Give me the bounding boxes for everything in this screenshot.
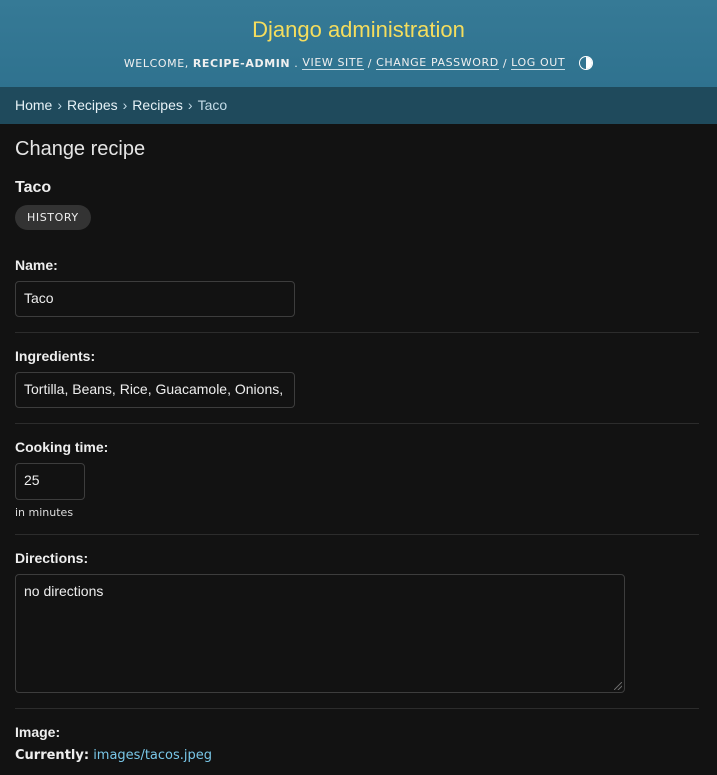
form-row-image: Image: Currently: images/tacos.jpeg <box>15 724 702 763</box>
form-row-name: Name: Taco <box>15 257 699 333</box>
breadcrumb: Home › Recipes › Recipes › Taco <box>0 87 717 124</box>
user-tools: WELCOME, RECIPE-ADMIN. VIEW SITE / CHANG… <box>0 56 717 70</box>
main-content: Change recipe Taco HISTORY Name: Taco In… <box>0 138 717 763</box>
name-input[interactable]: Taco <box>15 281 295 317</box>
site-header: Django administration WELCOME, RECIPE-AD… <box>0 0 717 87</box>
directions-textarea[interactable]: no directions <box>15 574 625 693</box>
directions-value: no directions <box>24 583 104 599</box>
breadcrumb-recipes-app[interactable]: Recipes <box>67 97 118 113</box>
site-name[interactable]: Django administration <box>0 16 717 44</box>
name-label: Name: <box>15 257 58 273</box>
breadcrumb-current: Taco <box>197 97 228 113</box>
breadcrumb-home[interactable]: Home <box>15 97 52 113</box>
theme-toggle-icon[interactable] <box>579 56 594 70</box>
form-row-cooking-time: Cooking time: 25 in minutes <box>15 439 699 535</box>
ingredients-label: Ingredients: <box>15 348 96 364</box>
resize-handle-icon[interactable] <box>614 682 622 690</box>
object-title: Taco <box>15 179 52 196</box>
username: RECIPE-ADMIN <box>192 56 291 70</box>
current-image-link[interactable]: images/tacos.jpeg <box>93 748 212 763</box>
currently-label: Currently: <box>15 748 90 763</box>
image-current: Currently: images/tacos.jpeg <box>15 748 702 763</box>
breadcrumb-separator: › <box>122 97 128 113</box>
separator: / <box>367 56 373 70</box>
cooking-time-help: in minutes <box>15 506 74 519</box>
breadcrumb-separator: › <box>57 97 63 113</box>
breadcrumb-recipes-model[interactable]: Recipes <box>132 97 183 113</box>
history-button[interactable]: HISTORY <box>15 205 91 230</box>
cooking-time-input[interactable]: 25 <box>15 463 85 500</box>
form-row-directions: Directions: no directions <box>15 550 699 709</box>
directions-label: Directions: <box>15 550 89 566</box>
breadcrumb-separator: › <box>187 97 193 113</box>
ingredients-input[interactable]: Tortilla, Beans, Rice, Guacamole, Onions… <box>15 372 295 408</box>
view-site-link[interactable]: VIEW SITE <box>302 56 364 70</box>
welcome-text: WELCOME, <box>123 56 189 70</box>
image-label: Image: <box>15 724 61 740</box>
separator: / <box>502 56 508 70</box>
form-row-ingredients: Ingredients: Tortilla, Beans, Rice, Guac… <box>15 348 699 424</box>
log-out-link[interactable]: LOG OUT <box>511 56 566 70</box>
page-title: Change recipe <box>15 138 146 160</box>
change-password-link[interactable]: CHANGE PASSWORD <box>376 56 499 70</box>
cooking-time-label: Cooking time: <box>15 439 109 455</box>
